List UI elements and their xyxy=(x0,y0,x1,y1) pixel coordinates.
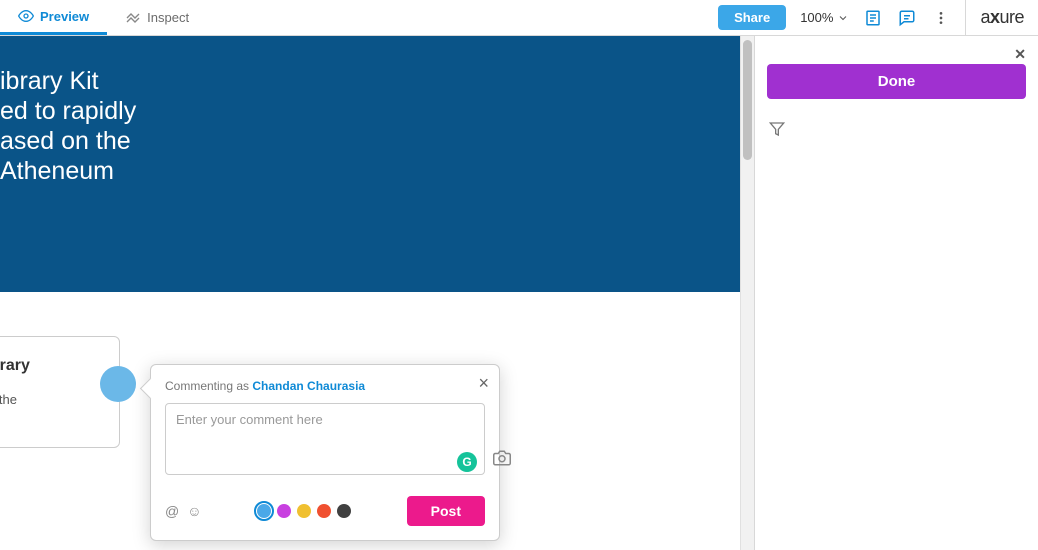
camera-icon[interactable] xyxy=(493,449,511,472)
comments-icon[interactable] xyxy=(897,8,917,28)
tab-inspect-label: Inspect xyxy=(147,10,189,25)
post-button[interactable]: Post xyxy=(407,496,485,526)
card-title: et Library xyxy=(0,357,103,375)
done-button[interactable]: Done xyxy=(767,64,1026,99)
hero-text: ibrary Kit ed to rapidly ased on the Ath… xyxy=(0,66,740,186)
card-body-2: s. xyxy=(0,409,103,427)
commenting-as-prefix: Commenting as xyxy=(165,379,249,393)
comment-popover: × Commenting as Chandan Chaurasia G @ ☺ xyxy=(150,364,500,541)
toolbar-right: Share 100% axure xyxy=(718,0,1038,35)
emoji-icon[interactable]: ☺ xyxy=(187,503,201,519)
zoom-control[interactable]: 100% xyxy=(800,10,849,25)
footer-left-icons: @ ☺ xyxy=(165,503,202,519)
more-menu-icon[interactable] xyxy=(931,8,951,28)
inspect-icon xyxy=(125,10,141,26)
preview-canvas: ibrary Kit ed to rapidly ased on the Ath… xyxy=(0,36,740,550)
vertical-scrollbar[interactable] xyxy=(740,36,754,550)
commenting-user: Chandan Chaurasia xyxy=(252,379,365,393)
hero-line-1: ibrary Kit xyxy=(0,66,740,96)
hero-line-4: Atheneum xyxy=(0,156,740,186)
filter-icon[interactable] xyxy=(769,121,1026,142)
popover-footer: @ ☺ Post xyxy=(165,496,485,526)
top-toolbar: Preview Inspect Share 100% axure xyxy=(0,0,1038,36)
share-button[interactable]: Share xyxy=(718,5,786,30)
color-blue[interactable] xyxy=(257,504,271,518)
grammarly-icon[interactable]: G xyxy=(457,452,477,472)
card-body-1: ystem, the xyxy=(0,391,103,409)
tab-preview-label: Preview xyxy=(40,9,89,24)
color-red[interactable] xyxy=(317,504,331,518)
main-area: ibrary Kit ed to rapidly ased on the Ath… xyxy=(0,36,1038,550)
hero-line-3: ased on the xyxy=(0,126,740,156)
comments-panel: ✕ Done xyxy=(754,36,1038,550)
hero-banner: ibrary Kit ed to rapidly ased on the Ath… xyxy=(0,36,740,292)
hero-line-2: ed to rapidly xyxy=(0,96,740,126)
tab-group: Preview Inspect xyxy=(0,0,207,35)
color-black[interactable] xyxy=(337,504,351,518)
mention-icon[interactable]: @ xyxy=(165,503,179,519)
color-magenta[interactable] xyxy=(277,504,291,518)
notes-icon[interactable] xyxy=(863,8,883,28)
color-picker xyxy=(257,504,351,518)
panel-close-icon[interactable]: ✕ xyxy=(1014,46,1026,63)
comment-pin[interactable] xyxy=(100,366,136,402)
eye-icon xyxy=(18,8,34,24)
zoom-value: 100% xyxy=(800,10,833,25)
comment-input[interactable] xyxy=(165,403,485,475)
close-icon[interactable]: × xyxy=(478,373,489,394)
commenting-as-label: Commenting as Chandan Chaurasia xyxy=(165,379,485,393)
tab-inspect[interactable]: Inspect xyxy=(107,0,207,35)
comment-input-wrap: G xyxy=(165,403,485,480)
tab-preview[interactable]: Preview xyxy=(0,0,107,35)
scrollbar-thumb[interactable] xyxy=(743,40,752,160)
axure-logo: axure xyxy=(965,0,1024,36)
chevron-down-icon xyxy=(837,12,849,24)
color-yellow[interactable] xyxy=(297,504,311,518)
